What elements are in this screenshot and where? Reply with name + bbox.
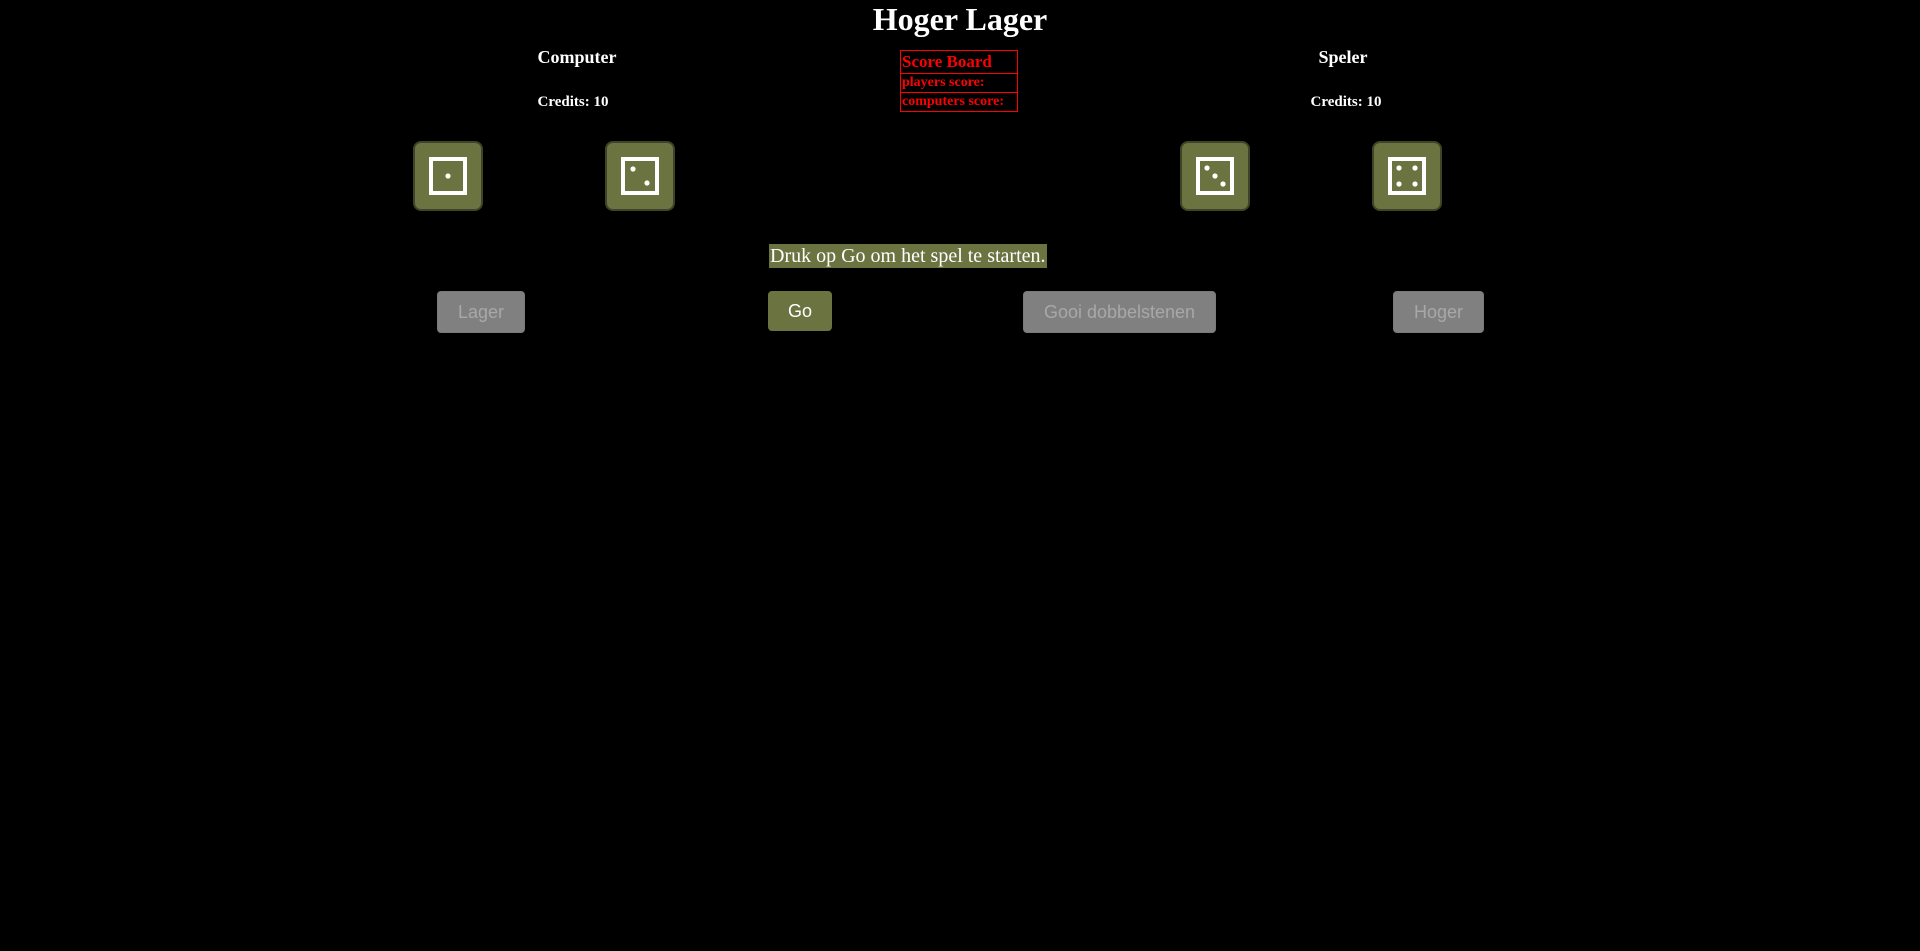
- player-credits: Credits: 10: [1310, 94, 1382, 110]
- die-pip: [1204, 165, 1210, 171]
- die-outline: [621, 157, 659, 195]
- die-pip: [1412, 165, 1418, 171]
- players-score: players score:: [900, 73, 1018, 93]
- die-face-4-icon: [1388, 157, 1426, 195]
- computer-die-2: [605, 141, 675, 211]
- status-message: Druk op Go om het spel te starten.: [769, 244, 1047, 268]
- computers-score: computers score:: [900, 92, 1018, 112]
- computer-die-1: [413, 141, 483, 211]
- die-pip: [1396, 165, 1402, 171]
- die-face-2-icon: [621, 157, 659, 195]
- player-name: Speler: [1318, 47, 1368, 67]
- roll-dice-button[interactable]: Gooi dobbelstenen: [1023, 291, 1216, 333]
- score-board-heading: Score Board: [900, 50, 1018, 74]
- go-button[interactable]: Go: [768, 291, 832, 331]
- die-face-1-icon: [429, 157, 467, 195]
- die-pip: [630, 166, 636, 172]
- die-pip: [1212, 173, 1218, 179]
- page-title: Hoger Lager: [872, 1, 1048, 37]
- score-board: Score Board players score: computers sco…: [900, 50, 1018, 112]
- die-pip: [445, 173, 451, 179]
- lager-button[interactable]: Lager: [437, 291, 525, 333]
- die-pip: [644, 180, 650, 186]
- game-page: Hoger Lager Computer Credits: 10 Score B…: [0, 0, 1920, 951]
- die-outline: [1388, 157, 1426, 195]
- die-pip: [1396, 181, 1402, 187]
- die-pip: [1220, 181, 1226, 187]
- player-die-1: [1180, 141, 1250, 211]
- computer-credits: Credits: 10: [537, 94, 609, 110]
- player-die-2: [1372, 141, 1442, 211]
- hoger-button[interactable]: Hoger: [1393, 291, 1484, 333]
- die-pip: [1412, 181, 1418, 187]
- die-face-3-icon: [1196, 157, 1234, 195]
- computer-name: Computer: [537, 47, 617, 67]
